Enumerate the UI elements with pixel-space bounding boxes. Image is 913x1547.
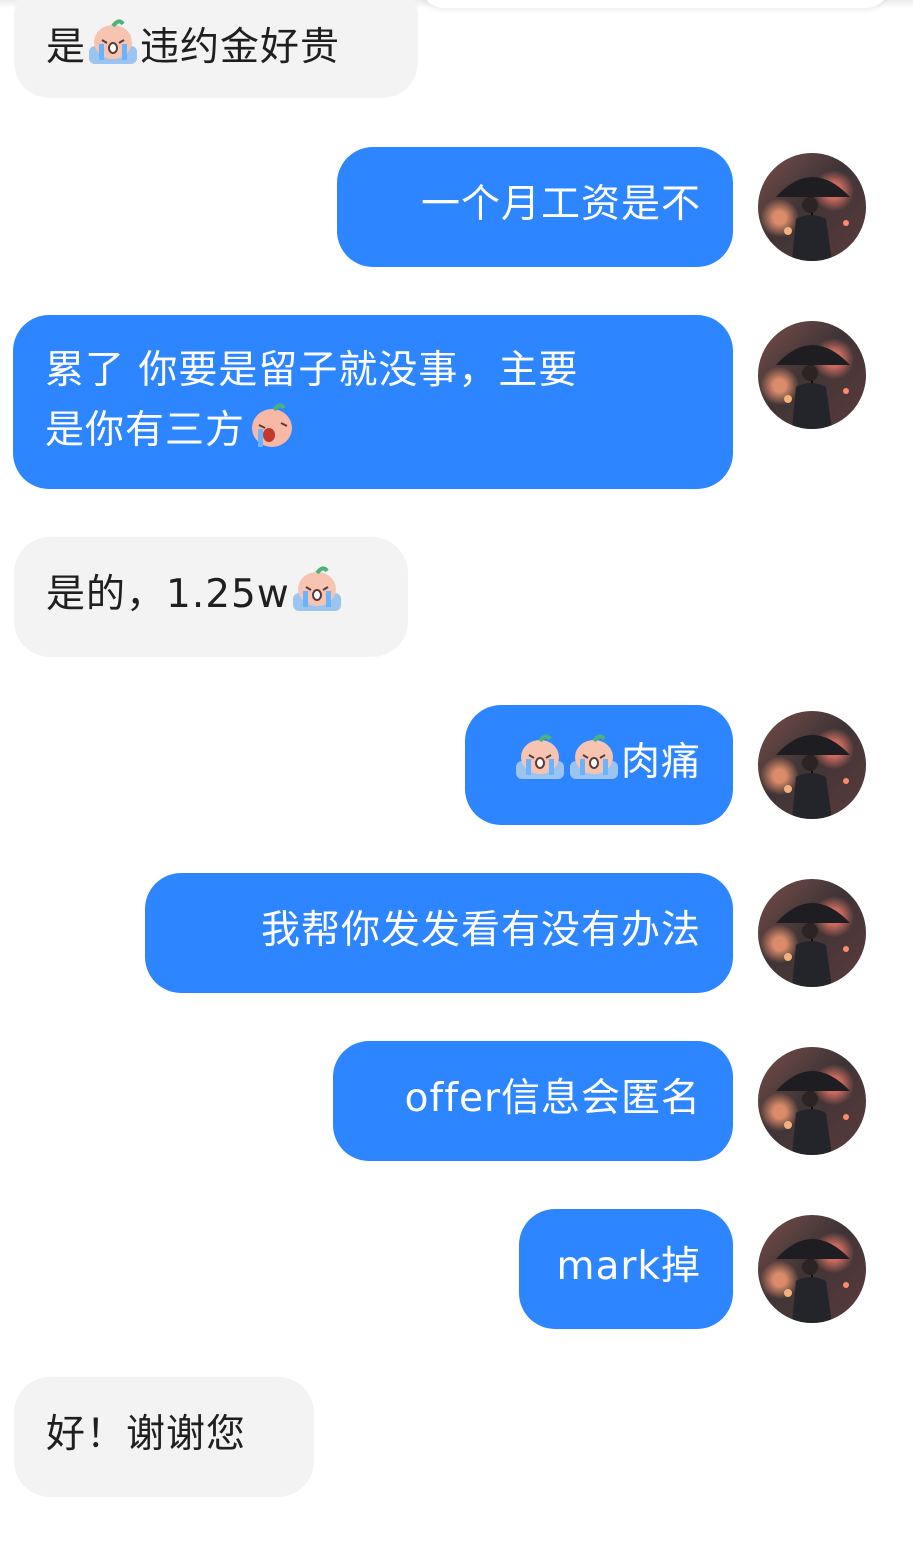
message-text-line: 是你有三方 xyxy=(45,408,246,453)
message-bubble-incoming[interactable]: 是 违约金好贵 xyxy=(14,0,418,98)
user-avatar-icon[interactable] xyxy=(758,879,866,987)
message-bubble-outgoing[interactable]: offer信息会匿名 xyxy=(333,1041,733,1161)
crying-emoji-icon xyxy=(290,565,344,615)
top-panel-edge xyxy=(420,0,890,8)
message-text: 违约金好贵 xyxy=(140,25,341,70)
message-bubble-outgoing[interactable]: 累了 你要是留子就没事，主要 是你有三方 xyxy=(13,315,733,489)
message-text: 是的，1.25w xyxy=(46,572,290,617)
message-bubble-outgoing[interactable]: 我帮你发发看有没有办法 xyxy=(145,873,733,993)
crying-emoji-icon xyxy=(567,733,621,783)
message-bubble-outgoing[interactable]: 肉痛 xyxy=(465,705,733,825)
message-bubble-outgoing[interactable]: 一个月工资是不 xyxy=(337,147,733,267)
message-text: 是 xyxy=(46,25,87,70)
crying-emoji-icon xyxy=(513,733,567,783)
message-bubble-incoming[interactable]: 好！谢谢您 xyxy=(14,1377,314,1497)
sobbing-emoji-icon xyxy=(245,401,299,451)
message-text-line: 累了 你要是留子就没事，主要 xyxy=(45,348,579,393)
message-text: 我帮你发发看有没有办法 xyxy=(260,908,701,953)
message-text: offer信息会匿名 xyxy=(404,1076,701,1121)
chat-screen: 是 违约金好贵 一个月工资是不 累了 你要是留子就没事，主要 是你有三方 是的，1… xyxy=(0,0,913,1547)
message-bubble-incoming[interactable]: 是的，1.25w xyxy=(14,537,408,657)
crying-emoji-icon xyxy=(86,18,140,68)
user-avatar-icon[interactable] xyxy=(758,321,866,429)
message-text: 一个月工资是不 xyxy=(420,182,701,227)
user-avatar-icon[interactable] xyxy=(758,711,866,819)
message-text: mark掉 xyxy=(556,1244,701,1289)
message-text: 好！谢谢您 xyxy=(46,1412,247,1457)
message-text: 肉痛 xyxy=(620,740,701,785)
user-avatar-icon[interactable] xyxy=(758,153,866,261)
message-bubble-outgoing[interactable]: mark掉 xyxy=(519,1209,733,1329)
user-avatar-icon[interactable] xyxy=(758,1215,866,1323)
user-avatar-icon[interactable] xyxy=(758,1047,866,1155)
